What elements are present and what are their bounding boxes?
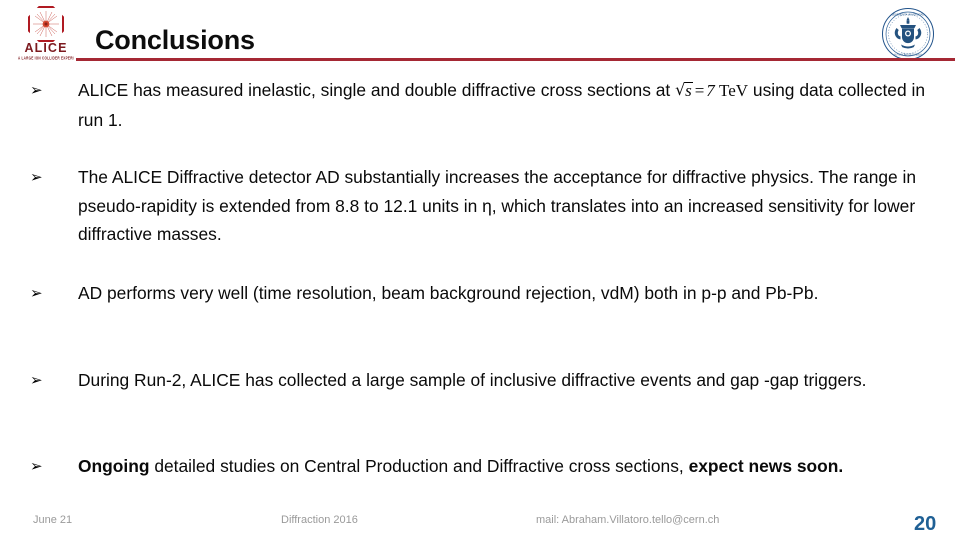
bullet-arrow-icon: ➢: [30, 284, 43, 302]
alice-wordmark: ALICE: [24, 41, 68, 55]
bullet-text-2: The ALICE Diffractive detector AD substa…: [78, 167, 917, 244]
bullet-5-bold-lead: Ongoing: [78, 456, 150, 476]
alice-subtitle: A LARGE ION COLLIDER EXPERIMENT: [18, 55, 74, 61]
formula-unit: TeV: [719, 81, 749, 100]
footer-event-name: Diffraction 2016: [281, 514, 358, 526]
bullet-text-1: ALICE has measured inelastic, single and…: [78, 76, 944, 134]
bullet-5-mid: detailed studies on Central Production a…: [149, 456, 689, 476]
seal-emblem-icon: BENEMERITA UNIVERSIDAD AUTONOMA DE PUEBL…: [885, 11, 931, 57]
formula-value: 7: [706, 81, 715, 100]
alice-logo: ALICE A LARGE ION COLLIDER EXPERIMENT: [18, 6, 74, 66]
sqrt-s-formula: √ s = 7 TeV: [675, 80, 749, 100]
bullet-arrow-icon: ➢: [30, 168, 43, 186]
svg-text:BENEMERITA UNIVERSIDAD: BENEMERITA UNIVERSIDAD: [892, 13, 925, 16]
bullet-arrow-icon: ➢: [30, 81, 43, 99]
bullet-5-bold-tail: expect news soon.: [688, 456, 844, 476]
bullet-arrow-icon: ➢: [30, 371, 43, 389]
university-seal-logo: BENEMERITA UNIVERSIDAD AUTONOMA DE PUEBL…: [880, 8, 938, 62]
footer-date: June 21: [33, 514, 73, 526]
slide-footer: June 21 Diffraction 2016 mail: Abraham.V…: [0, 512, 960, 540]
slide-header: ALICE A LARGE ION COLLIDER EXPERIMENT Co…: [0, 0, 960, 68]
alice-starburst-icon: [33, 11, 59, 37]
formula-radicand: s: [684, 81, 693, 100]
page-title: Conclusions: [95, 25, 255, 55]
title-divider: [76, 58, 955, 61]
page-number: 20: [914, 513, 937, 535]
bullet-arrow-icon: ➢: [30, 457, 43, 475]
bullet-text-5: Ongoing detailed studies on Central Prod…: [78, 452, 944, 481]
bullet-1-part-a: ALICE has measured inelastic, single and…: [78, 80, 676, 100]
sqrt-sign-icon: √: [675, 80, 686, 99]
footer-contact-mail: mail: Abraham.Villatoro.tello@cern.ch: [536, 514, 720, 526]
bullet-text-4: During Run-2, ALICE has collected a larg…: [78, 370, 867, 390]
svg-text:AUTONOMA DE PUEBLA: AUTONOMA DE PUEBLA: [894, 54, 922, 57]
bullet-text-3: AD performs very well (time resolution, …: [78, 283, 819, 303]
formula-operator: =: [694, 81, 705, 100]
